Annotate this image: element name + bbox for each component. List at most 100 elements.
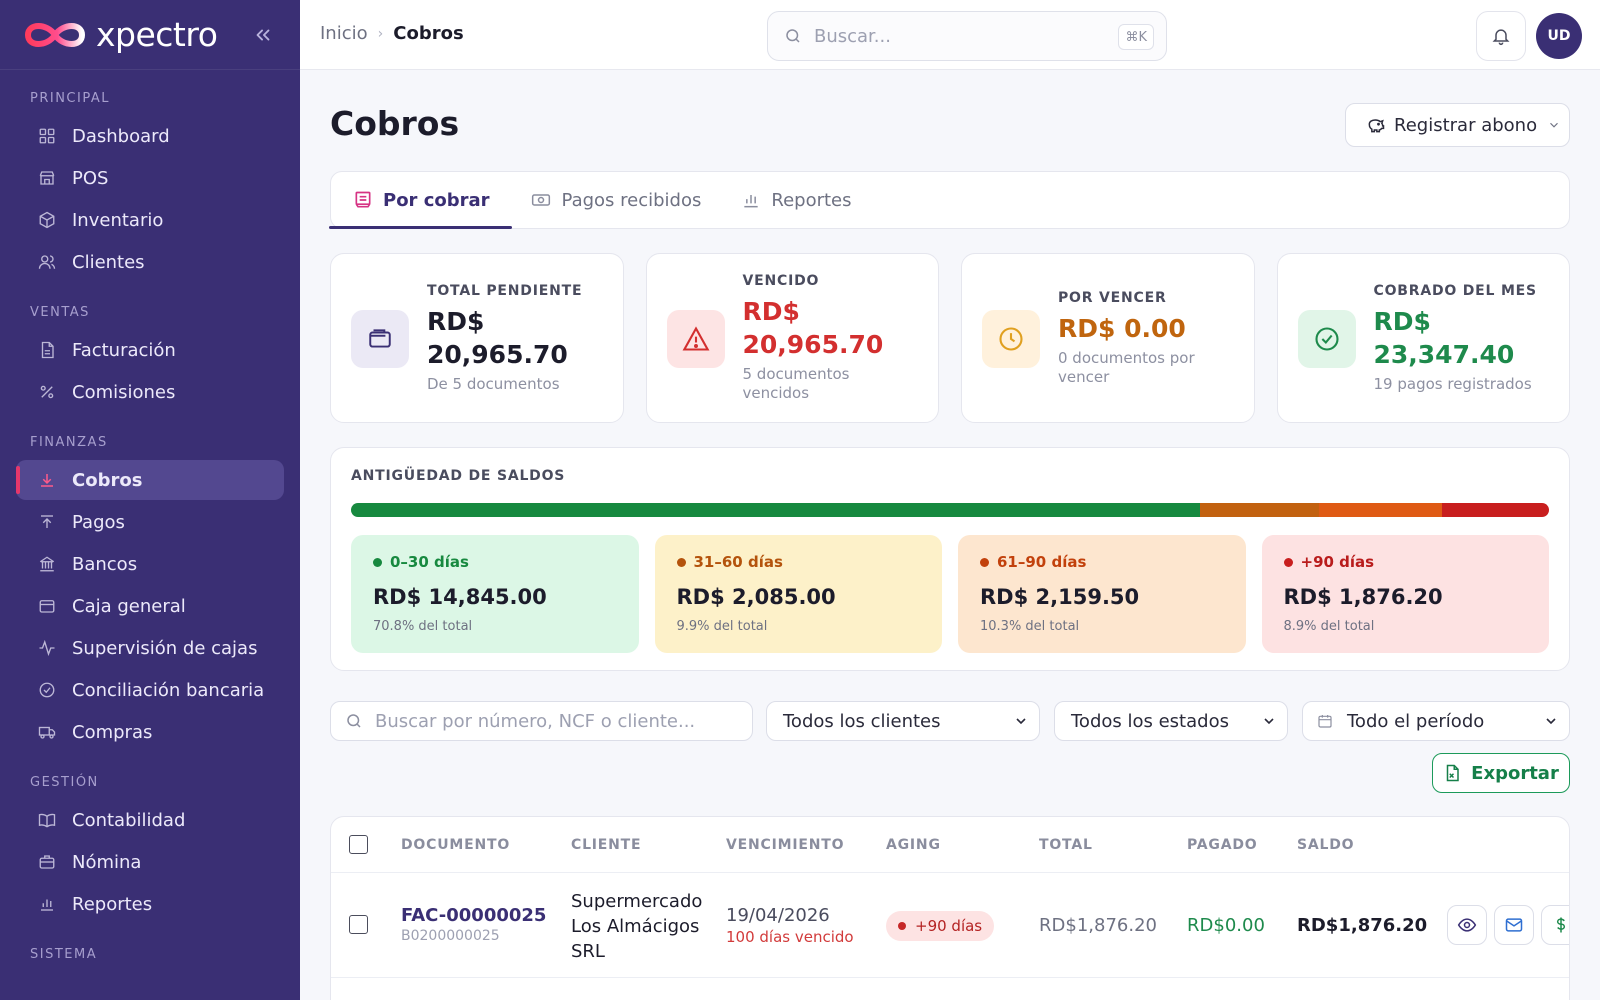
- bucket-percent: 70.8% del total: [373, 619, 473, 634]
- register-abono-row-button[interactable]: [1541, 905, 1569, 945]
- sidebar-item-label: Bancos: [72, 553, 138, 575]
- document-cell: FAC-00000025 B0200000025: [401, 905, 546, 944]
- activity-icon: [36, 637, 58, 659]
- nav-section-ventas: VENTAS Facturación Comisiones: [0, 284, 300, 412]
- banknote-icon: [530, 190, 552, 210]
- export-button[interactable]: Exportar: [1432, 753, 1570, 793]
- dollar-icon: [1556, 917, 1566, 933]
- column-header-vencimiento[interactable]: VENCIMIENTO: [726, 837, 844, 853]
- bucket-percent: 8.9% del total: [1283, 619, 1375, 634]
- table-search-placeholder: Buscar por número, NCF o cliente...: [375, 710, 696, 732]
- stat-subtext-line: vencer: [1058, 367, 1110, 386]
- breadcrumb-home-link[interactable]: Inicio: [320, 23, 368, 44]
- sidebar-item-clientes[interactable]: Clientes: [16, 242, 284, 282]
- stat-card-por-vencer: POR VENCER RD$ 0.00 0 documentos por ven…: [961, 253, 1255, 423]
- notifications-button[interactable]: [1476, 11, 1526, 61]
- sidebar-item-bancos[interactable]: Bancos: [16, 544, 284, 584]
- sidebar-item-compras[interactable]: Compras: [16, 712, 284, 752]
- table-search-input[interactable]: Buscar por número, NCF o cliente...: [330, 701, 753, 741]
- stat-subtext: 5 documentos vencidos: [743, 365, 927, 403]
- breadcrumb: Inicio › Cobros: [320, 23, 464, 44]
- check-circle-icon: [36, 679, 58, 701]
- cash-register-icon: [36, 595, 58, 617]
- sidebar-item-label: Cobros: [72, 469, 143, 491]
- balance-cell: RD$1,876.20: [1297, 915, 1428, 936]
- table-row[interactable]: FAC-00000025 B0200000025 Supermercado Lo…: [331, 873, 1569, 978]
- bucket-label: +90 días: [1300, 553, 1375, 571]
- email-button[interactable]: [1494, 905, 1534, 945]
- sidebar-item-label: Caja general: [72, 595, 186, 617]
- eye-icon: [1457, 918, 1477, 932]
- sidebar-item-nomina[interactable]: Nómina: [16, 842, 284, 882]
- status-select[interactable]: Todos los estados: [1054, 701, 1288, 741]
- sidebar-item-facturacion[interactable]: Facturación: [16, 330, 284, 370]
- document-ncf: B0200000025: [401, 928, 500, 944]
- sidebar-item-comisiones[interactable]: Comisiones: [16, 372, 284, 412]
- select-all-checkbox[interactable]: [349, 835, 368, 854]
- sidebar-item-contabilidad[interactable]: Contabilidad: [16, 800, 284, 840]
- collapse-sidebar-button[interactable]: [250, 22, 276, 48]
- column-header-total[interactable]: TOTAL: [1039, 837, 1093, 853]
- global-search-input[interactable]: Buscar... ⌘K: [767, 11, 1167, 61]
- table-header: DOCUMENTO CLIENTE VENCIMIENTO AGING TOTA…: [331, 817, 1569, 873]
- stat-value: RD$ 23,347.40: [1374, 305, 1558, 371]
- topbar: Inicio › Cobros Buscar... ⌘K UD: [300, 0, 1600, 70]
- column-header-documento[interactable]: DOCUMENTO: [401, 837, 510, 853]
- tab-label: Reportes: [771, 189, 852, 211]
- sidebar-item-label: Clientes: [72, 251, 145, 273]
- sidebar-item-cobros[interactable]: Cobros: [16, 460, 284, 500]
- view-button[interactable]: [1447, 905, 1487, 945]
- bank-icon: [36, 553, 58, 575]
- briefcase-icon: [36, 851, 58, 873]
- clients-select-value: Todos los clientes: [783, 710, 941, 732]
- stat-subtext: 0 documentos por vencer: [1058, 349, 1242, 387]
- nav-section-gestion: GESTIÓN Contabilidad Nómina Reportes: [0, 754, 300, 924]
- chevron-down-icon: [1550, 122, 1558, 128]
- sidebar-item-inventario[interactable]: Inventario: [16, 200, 284, 240]
- brand-logo-icon: [24, 22, 86, 47]
- sidebar-item-pagos[interactable]: Pagos: [16, 502, 284, 542]
- stat-value-line: RD$ 0.00: [1058, 313, 1186, 343]
- sidebar-item-dashboard[interactable]: Dashboard: [16, 116, 284, 156]
- sidebar-item-supervision-cajas[interactable]: Supervisión de cajas: [16, 628, 284, 668]
- sidebar-item-conciliacion[interactable]: Conciliación bancaria: [16, 670, 284, 710]
- check-circle-icon: [1297, 310, 1356, 368]
- avatar[interactable]: UD: [1536, 13, 1582, 59]
- stat-value-line: RD$: [742, 297, 800, 326]
- column-header-pagado[interactable]: PAGADO: [1187, 837, 1257, 853]
- tab-reportes[interactable]: Reportes: [737, 172, 873, 228]
- sidebar-item-reportes[interactable]: Reportes: [16, 884, 284, 924]
- column-header-saldo[interactable]: SALDO: [1297, 837, 1354, 853]
- aging-cell: +90 días: [886, 911, 995, 941]
- aging-bar-segment: [1318, 503, 1443, 517]
- bucket-label: 61–90 días: [997, 553, 1087, 571]
- page-title: Cobros: [330, 104, 460, 143]
- stat-subtext-line: vencidos: [742, 384, 810, 402]
- period-select[interactable]: Todo el período: [1302, 701, 1570, 741]
- clients-select[interactable]: Todos los clientes: [766, 701, 1040, 741]
- stat-value-line: RD$: [427, 306, 485, 336]
- chevrons-left-icon: [256, 29, 270, 41]
- row-checkbox[interactable]: [349, 915, 368, 934]
- sidebar-item-label: Nómina: [72, 851, 142, 873]
- spreadsheet-icon: [1446, 764, 1459, 782]
- section-title: SISTEMA: [30, 947, 98, 962]
- tab-por-cobrar[interactable]: Por cobrar: [329, 172, 512, 229]
- column-header-cliente[interactable]: CLIENTE: [571, 837, 641, 853]
- document-number-link[interactable]: FAC-00000025: [401, 905, 546, 926]
- stat-label: COBRADO DEL MES: [1373, 282, 1537, 299]
- stat-card-total-pendiente: TOTAL PENDIENTE RD$ 20,965.70 De 5 docum…: [330, 253, 624, 423]
- client-name-line: SRL: [571, 941, 605, 962]
- sidebar-item-pos[interactable]: POS: [16, 158, 284, 198]
- piggy-bank-icon: [1368, 119, 1385, 133]
- due-date: 19/04/2026: [726, 905, 830, 926]
- clock-icon: [982, 310, 1040, 368]
- grid-icon: [36, 125, 58, 147]
- search-placeholder: Buscar...: [814, 25, 891, 47]
- column-header-aging[interactable]: AGING: [886, 837, 941, 853]
- tab-pagos-recibidos[interactable]: Pagos recibidos: [526, 172, 724, 228]
- bucket-amount: RD$ 14,845.00: [373, 585, 547, 609]
- register-payment-button[interactable]: Registrar abono: [1345, 103, 1570, 147]
- status-dot: [980, 557, 989, 567]
- sidebar-item-caja-general[interactable]: Caja general: [16, 586, 284, 626]
